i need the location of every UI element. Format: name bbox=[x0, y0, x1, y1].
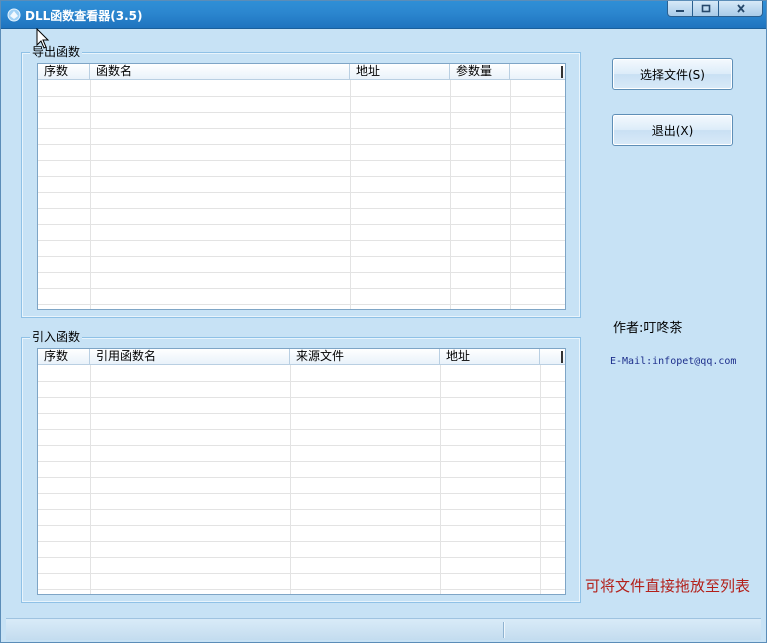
maximize-button[interactable] bbox=[693, 1, 719, 17]
export-list-header: 序数 函数名 地址 参数量 bbox=[38, 64, 565, 80]
export-col-address[interactable]: 地址 bbox=[350, 64, 450, 80]
grid-row-line bbox=[38, 192, 565, 193]
export-col-divider bbox=[450, 80, 451, 309]
import-col-ordinal[interactable]: 序数 bbox=[38, 349, 90, 365]
status-bar-separator bbox=[503, 622, 504, 638]
maximize-icon bbox=[701, 4, 710, 13]
export-list-rows bbox=[38, 80, 565, 309]
app-window: DLL函数查看器(3.5) 导出函数 序数 函数名 地址 参数量 引入函数 序数… bbox=[0, 0, 767, 643]
export-col-divider bbox=[90, 80, 91, 309]
grid-row-line bbox=[38, 381, 565, 382]
import-list-header: 序数 引用函数名 来源文件 地址 bbox=[38, 349, 565, 365]
grid-row-line bbox=[38, 445, 565, 446]
grid-row-line bbox=[38, 304, 565, 305]
export-col-divider bbox=[350, 80, 351, 309]
title-bar[interactable]: DLL函数查看器(3.5) bbox=[1, 1, 766, 29]
export-col-ordinal[interactable]: 序数 bbox=[38, 64, 90, 80]
drag-drop-hint: 可将文件直接拖放至列表 bbox=[585, 577, 751, 595]
import-list-rows bbox=[38, 365, 565, 594]
status-bar bbox=[6, 618, 761, 640]
import-col-divider bbox=[440, 365, 441, 594]
grid-row-line bbox=[38, 272, 565, 273]
author-label: 作者:叮咚茶 bbox=[613, 321, 683, 336]
grid-row-line bbox=[38, 493, 565, 494]
grid-row-line bbox=[38, 112, 565, 113]
import-group-label: 引入函数 bbox=[30, 330, 83, 344]
import-col-address[interactable]: 地址 bbox=[440, 349, 540, 365]
grid-row-line bbox=[38, 413, 565, 414]
grid-row-line bbox=[38, 208, 565, 209]
import-header-end-marker bbox=[561, 351, 563, 363]
close-icon bbox=[736, 4, 745, 13]
grid-row-line bbox=[38, 429, 565, 430]
import-col-divider bbox=[90, 365, 91, 594]
grid-row-line bbox=[38, 224, 565, 225]
export-col-function-name[interactable]: 函数名 bbox=[90, 64, 350, 80]
mouse-cursor-icon bbox=[36, 28, 50, 49]
exit-button[interactable]: 退出(X) bbox=[612, 114, 733, 146]
import-col-divider bbox=[290, 365, 291, 594]
import-functions-list[interactable]: 序数 引用函数名 来源文件 地址 bbox=[37, 348, 566, 595]
export-functions-list[interactable]: 序数 函数名 地址 参数量 bbox=[37, 63, 566, 310]
grid-row-line bbox=[38, 144, 565, 145]
grid-row-line bbox=[38, 96, 565, 97]
import-col-divider bbox=[540, 365, 541, 594]
grid-row-line bbox=[38, 573, 565, 574]
grid-row-line bbox=[38, 288, 565, 289]
export-col-param-count[interactable]: 参数量 bbox=[450, 64, 510, 80]
window-controls bbox=[667, 1, 763, 17]
grid-row-line bbox=[38, 477, 565, 478]
import-col-source-file[interactable]: 来源文件 bbox=[290, 349, 440, 365]
grid-row-line bbox=[38, 509, 565, 510]
grid-row-line bbox=[38, 525, 565, 526]
close-button[interactable] bbox=[719, 1, 763, 17]
app-logo-icon bbox=[7, 8, 21, 22]
grid-row-line bbox=[38, 256, 565, 257]
window-title: DLL函数查看器(3.5) bbox=[25, 9, 143, 23]
grid-row-line bbox=[38, 397, 565, 398]
grid-row-line bbox=[38, 176, 565, 177]
grid-row-line bbox=[38, 461, 565, 462]
grid-row-line bbox=[38, 541, 565, 542]
export-col-divider bbox=[510, 80, 511, 309]
import-col-imported-function[interactable]: 引用函数名 bbox=[90, 349, 290, 365]
grid-row-line bbox=[38, 589, 565, 590]
grid-row-line bbox=[38, 160, 565, 161]
export-header-end-marker bbox=[561, 66, 563, 78]
grid-row-line bbox=[38, 240, 565, 241]
grid-row-line bbox=[38, 557, 565, 558]
minimize-button[interactable] bbox=[667, 1, 693, 17]
minimize-icon bbox=[676, 9, 684, 12]
email-label: E-Mail:infopet@qq.com bbox=[610, 356, 737, 367]
grid-row-line bbox=[38, 128, 565, 129]
select-file-button[interactable]: 选择文件(S) bbox=[612, 58, 733, 90]
